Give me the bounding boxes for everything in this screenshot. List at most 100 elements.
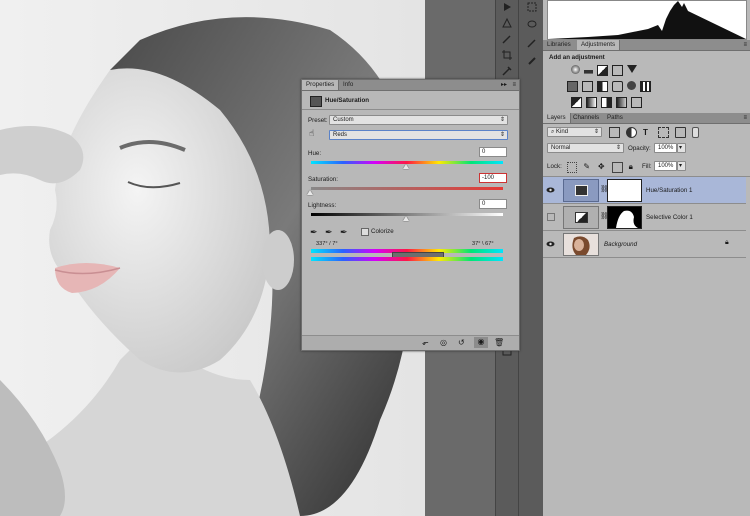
opacity-dropdown[interactable]: ▾ bbox=[677, 143, 686, 153]
lightness-label: Lightness: bbox=[308, 202, 337, 209]
shape-icon[interactable] bbox=[499, 16, 515, 30]
tab-paths[interactable]: Paths bbox=[603, 113, 627, 123]
targeted-adjustment-hand-icon[interactable]: ☝︎ bbox=[309, 128, 314, 139]
layer-mask-thumbnail[interactable] bbox=[607, 206, 642, 229]
preset-dropdown[interactable]: Custom ⇕ bbox=[329, 115, 508, 125]
filter-shape-icon[interactable] bbox=[658, 126, 669, 138]
collapse-icon[interactable]: ▸▸ bbox=[501, 80, 507, 90]
invert-icon[interactable] bbox=[571, 97, 582, 108]
preset-value: Custom bbox=[333, 117, 354, 123]
layer-row[interactable]: Background 🔒︎ bbox=[543, 231, 746, 258]
reset-icon[interactable]: ↺ bbox=[458, 338, 465, 347]
visibility-eye-icon[interactable] bbox=[546, 239, 555, 248]
black-white-icon[interactable] bbox=[597, 81, 608, 92]
filter-pixel-icon[interactable] bbox=[609, 126, 620, 138]
lock-image-icon[interactable]: ✎ bbox=[583, 162, 591, 171]
exposure-icon[interactable] bbox=[612, 65, 623, 76]
vibrance-icon[interactable] bbox=[627, 65, 637, 73]
tab-layers[interactable]: Layers bbox=[543, 113, 571, 123]
adjustment-icons-row1 bbox=[571, 65, 671, 77]
layer-name[interactable]: Hue/Saturation 1 bbox=[646, 187, 692, 194]
saturation-slider-thumb[interactable] bbox=[307, 190, 313, 195]
adjustments-tabbar: Libraries Adjustments ≡ bbox=[543, 40, 750, 51]
heal-icon[interactable] bbox=[524, 54, 540, 68]
adjustment-layer-thumbnail bbox=[563, 206, 599, 229]
eyedropper-subtract-icon[interactable]: ✒︎ bbox=[340, 227, 348, 238]
layer-name[interactable]: Selective Color 1 bbox=[646, 214, 693, 221]
hue-input[interactable]: 0 bbox=[479, 147, 507, 157]
curves-icon[interactable] bbox=[597, 65, 608, 76]
tab-adjustments[interactable]: Adjustments bbox=[577, 40, 621, 50]
eyedropper-icon[interactable]: ✒︎ bbox=[310, 227, 318, 238]
clip-to-layer-icon[interactable]: ⬐ bbox=[422, 338, 429, 347]
layers-menu-icon[interactable]: ≡ bbox=[743, 113, 747, 123]
hue-label: Hue: bbox=[308, 150, 322, 157]
adjustments-panel: Libraries Adjustments ≡ Add an adjustmen… bbox=[543, 40, 750, 113]
threshold-icon[interactable] bbox=[601, 97, 612, 108]
filter-toggle[interactable] bbox=[692, 126, 699, 138]
saturation-input[interactable]: -100 bbox=[479, 173, 507, 183]
select-icon[interactable] bbox=[524, 0, 540, 14]
lock-transparent-icon[interactable] bbox=[567, 162, 578, 173]
layer-row[interactable]: ⛓︎ Selective Color 1 bbox=[543, 204, 746, 231]
gradient-map-icon[interactable] bbox=[616, 97, 627, 108]
lasso-icon[interactable] bbox=[524, 18, 540, 32]
background-layer-thumbnail bbox=[563, 233, 599, 256]
properties-bottom-bar: ⬐ ◎ ↺ ◉ 🗑︎ bbox=[302, 335, 519, 350]
color-balance-icon[interactable] bbox=[582, 81, 593, 92]
hue-saturation-icon bbox=[310, 96, 322, 107]
channel-value: Reds bbox=[333, 132, 348, 138]
tab-info[interactable]: Info bbox=[339, 80, 357, 90]
filter-icons: T bbox=[609, 126, 739, 138]
visibility-eye-icon[interactable] bbox=[546, 185, 555, 194]
lock-position-icon[interactable]: ✥ bbox=[598, 162, 606, 171]
levels-icon[interactable] bbox=[584, 65, 593, 74]
trash-icon[interactable]: 🗑︎ bbox=[494, 338, 504, 347]
fill-dropdown[interactable]: ▾ bbox=[677, 161, 686, 171]
lock-label: Lock: bbox=[547, 163, 562, 170]
range-left-value: 337° / 7° bbox=[316, 241, 338, 247]
tab-libraries[interactable]: Libraries bbox=[543, 40, 575, 50]
hue-slider-thumb[interactable] bbox=[403, 164, 409, 169]
colorize-checkbox[interactable] bbox=[361, 228, 369, 236]
adjustment-layer-thumbnail bbox=[563, 179, 599, 202]
opacity-input[interactable]: 100% bbox=[654, 143, 677, 153]
wand-icon[interactable] bbox=[524, 36, 540, 50]
channel-mixer-icon[interactable] bbox=[627, 81, 636, 90]
eyedropper-add-icon[interactable]: ✒︎ bbox=[325, 227, 333, 238]
layer-row[interactable]: ⛓︎ Hue/Saturation 1 bbox=[543, 177, 746, 204]
panel-menu-icon[interactable]: ≡ bbox=[743, 40, 747, 50]
lock-icons: ✎ ✥ 🔒︎ bbox=[567, 162, 637, 173]
posterize-icon[interactable] bbox=[586, 97, 597, 108]
channel-dropdown[interactable]: Reds ⇕ bbox=[329, 130, 508, 140]
crop-icon[interactable] bbox=[499, 48, 515, 62]
hue-saturation-icon[interactable] bbox=[567, 81, 578, 92]
filter-type-icon[interactable]: T bbox=[643, 128, 652, 137]
lightness-slider-thumb[interactable] bbox=[403, 216, 409, 221]
layer-name[interactable]: Background bbox=[604, 241, 637, 248]
lightness-input[interactable]: 0 bbox=[479, 199, 507, 209]
eyedropper-icon[interactable] bbox=[499, 64, 515, 78]
filter-adjustment-icon[interactable] bbox=[626, 126, 637, 138]
fill-input[interactable]: 100% bbox=[654, 161, 677, 171]
visibility-off-box[interactable] bbox=[546, 212, 555, 221]
play-icon[interactable] bbox=[499, 0, 515, 14]
filter-kind-dropdown[interactable]: ⌕ Kind ⇕ bbox=[547, 127, 602, 137]
tab-channels[interactable]: Channels bbox=[569, 113, 603, 123]
filter-smart-icon[interactable] bbox=[675, 126, 686, 138]
brightness-icon[interactable] bbox=[571, 65, 580, 74]
layer-mask-thumbnail[interactable] bbox=[607, 179, 642, 202]
lock-all-icon[interactable]: 🔒︎ bbox=[629, 162, 637, 171]
blend-mode-dropdown[interactable]: Normal ⇕ bbox=[547, 143, 624, 153]
saturation-slider-track[interactable] bbox=[311, 187, 503, 190]
selective-color-icon[interactable] bbox=[631, 97, 642, 108]
fill-label: Fill: bbox=[642, 163, 652, 170]
tab-properties[interactable]: Properties bbox=[302, 80, 340, 90]
view-previous-icon[interactable]: ◎ bbox=[440, 338, 447, 347]
color-lookup-icon[interactable] bbox=[640, 81, 651, 92]
panel-menu-icon[interactable]: ≡ bbox=[512, 80, 516, 90]
photo-filter-icon[interactable] bbox=[612, 81, 623, 92]
visibility-toggle-icon[interactable]: ◉ bbox=[474, 337, 488, 348]
lock-artboard-icon[interactable] bbox=[612, 162, 623, 173]
brush-icon[interactable] bbox=[499, 32, 515, 46]
